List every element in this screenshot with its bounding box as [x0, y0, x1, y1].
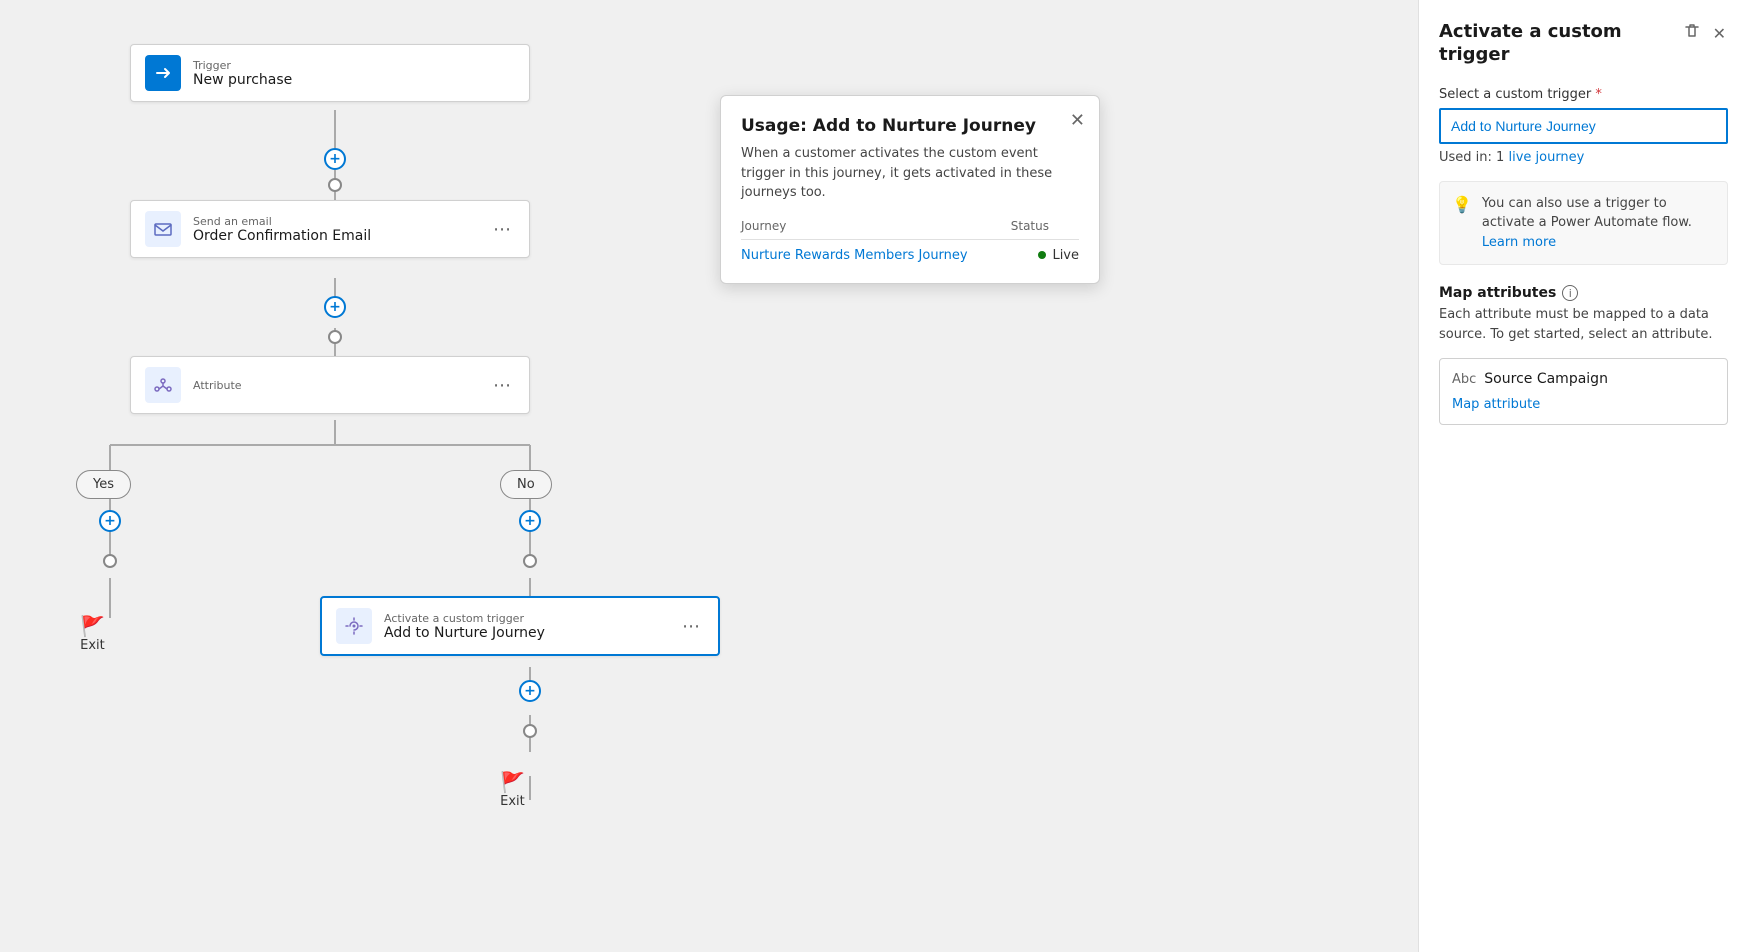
status-label: Live [1052, 248, 1079, 263]
panel-title: Activate a custom trigger [1439, 20, 1673, 67]
info-icon: 💡 [1452, 195, 1472, 214]
status-dot [1038, 251, 1046, 259]
connector-yes [103, 554, 117, 568]
trigger-input[interactable] [1439, 108, 1728, 144]
exit-label-1: Exit [80, 638, 105, 653]
custom-trigger-label-top: Activate a custom trigger [384, 612, 545, 625]
attribute-icon [145, 367, 181, 403]
email-label-main: Order Confirmation Email [193, 228, 371, 244]
exit-node-2: 🚩 Exit [500, 770, 525, 809]
attr-name: Source Campaign [1484, 371, 1608, 387]
map-attributes-info[interactable]: i [1562, 285, 1578, 301]
exit-label-2: Exit [500, 794, 525, 809]
exit-flag-2: 🚩 [500, 770, 525, 794]
add-after-no[interactable]: + [519, 510, 541, 532]
connector-2 [328, 330, 342, 344]
map-attribute-link[interactable]: Map attribute [1452, 397, 1540, 412]
no-branch[interactable]: No [500, 470, 552, 499]
send-email-node[interactable]: Send an email Order Confirmation Email ⋯ [130, 200, 530, 258]
attr-card: Abc Source Campaign Map attribute [1439, 358, 1728, 425]
email-icon [145, 211, 181, 247]
live-journey-link[interactable]: live journey [1508, 150, 1584, 165]
trigger-labels: Trigger New purchase [193, 59, 292, 88]
learn-more-link[interactable]: Learn more [1482, 235, 1556, 250]
custom-trigger-node[interactable]: Activate a custom trigger Add to Nurture… [320, 596, 720, 656]
custom-trigger-label-main: Add to Nurture Journey [384, 625, 545, 641]
right-panel: Activate a custom trigger ✕ Select a cus… [1418, 0, 1748, 952]
usage-popup: Usage: Add to Nurture Journey ✕ When a c… [720, 95, 1100, 284]
trigger-icon [145, 55, 181, 91]
journey-canvas: Trigger New purchase + Send an email Ord… [0, 0, 1418, 952]
used-in-text: Used in: 1 live journey [1439, 150, 1728, 165]
popup-close-button[interactable]: ✕ [1070, 110, 1085, 131]
exit-node-1: 🚩 Exit [80, 614, 105, 653]
attr-card-header: Abc Source Campaign [1452, 371, 1715, 387]
popup-table-header: Journey Status [741, 219, 1079, 240]
popup-table-row: Nurture Rewards Members Journey Live [741, 248, 1079, 263]
required-star: * [1595, 87, 1602, 102]
journey-link[interactable]: Nurture Rewards Members Journey [741, 248, 1038, 263]
connector-1 [328, 178, 342, 192]
panel-header: Activate a custom trigger ✕ [1439, 20, 1728, 67]
email-label-top: Send an email [193, 215, 371, 228]
attr-type-icon: Abc [1452, 372, 1476, 387]
add-after-email[interactable]: + [324, 296, 346, 318]
canvas-connectors [0, 0, 1418, 952]
connector-exit2 [523, 724, 537, 738]
exit-flag-1: 🚩 [80, 614, 105, 638]
info-text: You can also use a trigger to activate a… [1482, 194, 1715, 253]
select-trigger-label: Select a custom trigger * [1439, 87, 1728, 102]
connector-no [523, 554, 537, 568]
map-attributes-title: Map attributes [1439, 285, 1556, 301]
email-labels: Send an email Order Confirmation Email [193, 215, 371, 244]
add-after-custom-trigger[interactable]: + [519, 680, 541, 702]
custom-trigger-menu[interactable]: ⋯ [678, 612, 704, 641]
popup-col-journey: Journey [741, 219, 1011, 233]
info-box: 💡 You can also use a trigger to activate… [1439, 181, 1728, 266]
attribute-labels: Attribute [193, 379, 242, 392]
yes-branch[interactable]: Yes [76, 470, 131, 499]
attribute-menu[interactable]: ⋯ [489, 371, 515, 400]
custom-trigger-labels: Activate a custom trigger Add to Nurture… [384, 612, 545, 641]
email-menu[interactable]: ⋯ [489, 215, 515, 244]
trigger-label-main: New purchase [193, 72, 292, 88]
add-after-yes[interactable]: + [99, 510, 121, 532]
popup-col-status: Status [1011, 219, 1049, 233]
add-after-trigger[interactable]: + [324, 148, 346, 170]
popup-title: Usage: Add to Nurture Journey [741, 116, 1079, 136]
delete-button[interactable] [1681, 20, 1703, 47]
journey-status: Live [1038, 248, 1079, 263]
trigger-node[interactable]: Trigger New purchase [130, 44, 530, 102]
map-attributes-header: Map attributes i [1439, 285, 1728, 301]
popup-description: When a customer activates the custom eve… [741, 144, 1079, 203]
map-attr-desc: Each attribute must be mapped to a data … [1439, 305, 1728, 344]
trigger-label-top: Trigger [193, 59, 292, 72]
attribute-node[interactable]: Attribute ⋯ [130, 356, 530, 414]
custom-trigger-icon [336, 608, 372, 644]
panel-actions: ✕ [1681, 20, 1728, 47]
close-panel-button[interactable]: ✕ [1711, 20, 1728, 47]
attribute-label-top: Attribute [193, 379, 242, 392]
